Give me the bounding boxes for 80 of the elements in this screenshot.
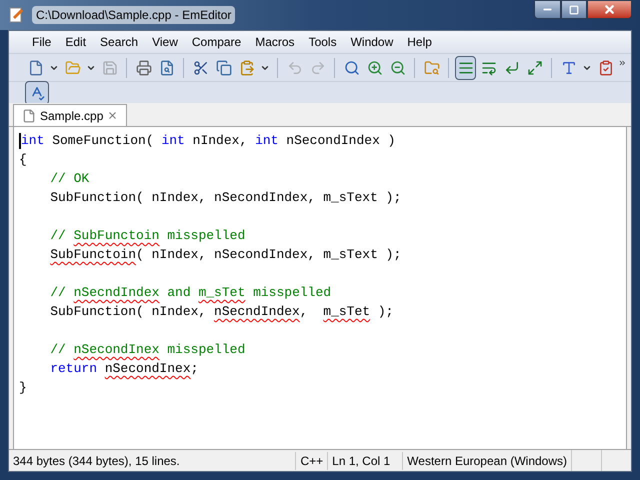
save-icon — [102, 60, 118, 76]
code-text: nIndex, — [192, 132, 248, 150]
paste-icon — [238, 60, 255, 76]
code-text: int — [161, 132, 185, 150]
spell-check-button[interactable] — [25, 80, 49, 104]
no-wrap-button[interactable] — [455, 56, 476, 80]
code-text: SubFunction( nIndex, nSecondIndex, m_sText ); — [50, 189, 402, 207]
status-text: 344 bytes (344 bytes), 15 lines. — [12, 452, 181, 470]
code-text: and — [166, 284, 192, 302]
menu-item[interactable]: Edit — [58, 33, 94, 51]
find-in-files-icon — [424, 60, 440, 76]
menu-item[interactable]: Macros — [248, 33, 302, 51]
menu-item[interactable]: File — [25, 33, 58, 51]
code-text: , — [300, 303, 309, 321]
undo-icon — [286, 60, 303, 76]
maximize-icon — [569, 4, 579, 14]
code-text: // — [50, 341, 67, 359]
file-icon — [22, 108, 36, 122]
menu-item[interactable]: Window — [344, 33, 400, 51]
code-text: misspelled — [166, 341, 246, 359]
properties-icon — [598, 60, 614, 76]
status-text: Western European (Windows) — [402, 452, 571, 470]
code-text: { — [19, 151, 27, 169]
status-text: C++ — [295, 452, 328, 470]
text-cursor — [19, 132, 21, 148]
menu-item[interactable]: Search — [93, 33, 146, 51]
code-text: int — [21, 132, 44, 150]
code-text: } — [19, 379, 27, 397]
code-text: SubFunctoin — [74, 227, 160, 245]
file-tab[interactable]: Sample.cpp — [13, 104, 128, 126]
no-wrap-icon — [458, 60, 474, 76]
search-icon — [344, 60, 360, 76]
folder-icon — [64, 60, 81, 76]
code-text: nSecndIndex — [74, 284, 160, 302]
code-text: misspelled — [166, 227, 246, 245]
menu-item[interactable]: Help — [400, 33, 439, 51]
close-icon — [603, 3, 616, 16]
font-icon — [560, 60, 577, 76]
wrap-by-window-icon — [504, 60, 520, 76]
close-tab-icon[interactable] — [107, 110, 118, 121]
wrap-by-chars-icon — [480, 60, 497, 76]
minimize-button[interactable] — [534, 0, 561, 19]
code-text: SomeFunction( — [51, 132, 155, 150]
menu-item[interactable]: Tools — [302, 33, 344, 51]
printer-icon — [136, 60, 152, 76]
code-text: // — [50, 284, 67, 302]
menu-item[interactable]: View — [145, 33, 185, 51]
overflow-icon[interactable] — [618, 58, 627, 68]
editor[interactable] — [13, 127, 627, 449]
close-button[interactable] — [587, 0, 632, 19]
code-text: ); — [376, 303, 394, 321]
code-text: m_sTet — [323, 303, 370, 321]
wrap-by-page-icon — [526, 60, 543, 76]
copy-icon — [216, 60, 232, 76]
app-icon — [8, 7, 24, 23]
code-text: ; — [190, 360, 198, 378]
window-title: C:\Download\Sample.cpp - EmEditor — [32, 6, 236, 24]
code-text: return — [50, 360, 98, 378]
tab-label: Sample.cpp — [40, 108, 104, 124]
code-text: SubFunction( nIndex, — [50, 303, 208, 321]
code-text: SubFunctoin — [50, 246, 136, 264]
code-text: m_sTet — [198, 284, 246, 302]
status-text: Ln 1, Col 1 — [327, 452, 402, 470]
code-text: nSecondInex — [74, 341, 160, 359]
code-text: nSecndIndex — [214, 303, 300, 321]
code-text: nSecondInex — [104, 360, 191, 378]
menu-item[interactable]: Compare — [184, 33, 248, 51]
print-preview-icon — [158, 60, 175, 76]
code-text: // OK — [50, 170, 90, 188]
code-text: ( nIndex, nSecondIndex, m_sText ); — [136, 246, 402, 264]
find-next-icon — [366, 60, 383, 76]
cut-icon — [192, 60, 209, 76]
maximize-button[interactable] — [561, 0, 587, 19]
code-text: nSecondIndex ) — [285, 132, 396, 150]
redo-icon — [310, 60, 326, 76]
code-text: int — [255, 132, 278, 150]
code-text: // — [50, 227, 67, 245]
find-previous-icon — [390, 60, 406, 76]
code-text: misspelled — [252, 284, 332, 302]
new-file-icon — [28, 60, 44, 76]
